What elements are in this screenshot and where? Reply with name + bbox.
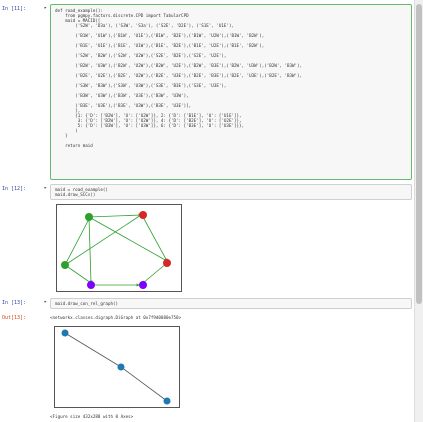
code-line: ('S3W', 'B3W'),('S3W', 'U3W'),('S3E', 'B… bbox=[55, 83, 227, 88]
code-line: 5: {'D': ['B3W'], 'U': ['U3W']}, 6: {'D'… bbox=[55, 123, 245, 128]
cell-prompt: In [11]: bbox=[2, 6, 27, 12]
cell-prompt: In [13]: bbox=[2, 300, 27, 306]
scrollbar-thumb[interactable] bbox=[416, 4, 422, 304]
con-rel-graph-svg bbox=[61, 329, 171, 405]
run-indicator-icon[interactable]: ▸ bbox=[44, 185, 47, 191]
code-line: ('B3W', 'U3W'),('B3W', 'U3E'),('B3W', 'U… bbox=[55, 93, 189, 98]
graph-node-red bbox=[139, 211, 147, 219]
code-input-area[interactable]: maid = road_example() maid.draw_SCCs() bbox=[50, 184, 412, 200]
graph-node-purple bbox=[87, 281, 95, 289]
graph-edge bbox=[142, 262, 168, 284]
con-rel-graph-plot bbox=[54, 326, 180, 408]
code-line: ('S2W', 'B2W'),('S2W', 'U2W'),('S2E', 'B… bbox=[55, 53, 227, 58]
code-line: ('B1W', 'U1W'),('B1W', 'U1E'),('B1W', 'B… bbox=[55, 33, 265, 38]
graph-node-green bbox=[85, 213, 93, 221]
code-input-area[interactable]: maid.draw_con_rel_graph() bbox=[50, 298, 412, 309]
code-cell-11[interactable]: In [11]: ▸ def road_example(): from pgmp… bbox=[0, 2, 423, 180]
vertical-scrollbar[interactable] bbox=[414, 0, 423, 422]
cell-prompt: In [12]: bbox=[2, 186, 27, 192]
graph-edge bbox=[64, 218, 90, 266]
graph-node-purple bbox=[139, 281, 147, 289]
graph-node-red bbox=[163, 259, 171, 267]
code-input-area[interactable]: def road_example(): from pgmpy.factors.d… bbox=[50, 4, 412, 180]
graph-edge bbox=[120, 366, 168, 402]
run-indicator-icon[interactable]: ▸ bbox=[44, 5, 47, 11]
code-line: return maid bbox=[55, 143, 93, 148]
graph-node-blue bbox=[163, 397, 171, 405]
code-line: maid.draw_con_rel_graph() bbox=[55, 301, 119, 306]
scc-graph-svg bbox=[61, 211, 171, 289]
code-line: ('B2W', 'U3W'),('B2W', 'U2W'),('B2W', 'U… bbox=[55, 63, 303, 68]
graph-edge bbox=[64, 264, 92, 284]
code-line: } bbox=[55, 133, 68, 138]
scc-graph-plot bbox=[56, 204, 182, 292]
graph-node-blue bbox=[117, 363, 125, 371]
code-line: ('B2E', 'U2E'),('B2E', 'U2W'),('B2E', 'U… bbox=[55, 73, 303, 78]
graph-node-green bbox=[61, 261, 69, 269]
figure-size-text: <Figure size 432x288 with 0 Axes> bbox=[50, 414, 134, 419]
output-text: <networkx.classes.digraph.DiGraph at 0x7… bbox=[50, 315, 182, 320]
graph-node-blue bbox=[61, 329, 69, 337]
code-cell-12[interactable]: In [12]: ▸ maid = road_example() maid.dr… bbox=[0, 184, 423, 294]
graph-edge bbox=[64, 332, 122, 368]
code-line: ('B1E', 'U1E'),('B1E', 'U1W'),('B1E', 'B… bbox=[55, 43, 265, 48]
graph-edge bbox=[88, 213, 142, 218]
code-line: ('S2W', 'D3a'), ('S3W', 'S3a'), ('S2E', … bbox=[55, 23, 234, 28]
output-prompt: Out[13]: bbox=[2, 315, 27, 321]
code-line: maid.draw_SCCs() bbox=[55, 192, 96, 197]
code-cell-13[interactable]: In [13]: ▸ maid.draw_con_rel_graph() Out… bbox=[0, 298, 423, 422]
graph-edge bbox=[88, 216, 93, 284]
run-indicator-icon[interactable]: ▸ bbox=[44, 299, 47, 305]
